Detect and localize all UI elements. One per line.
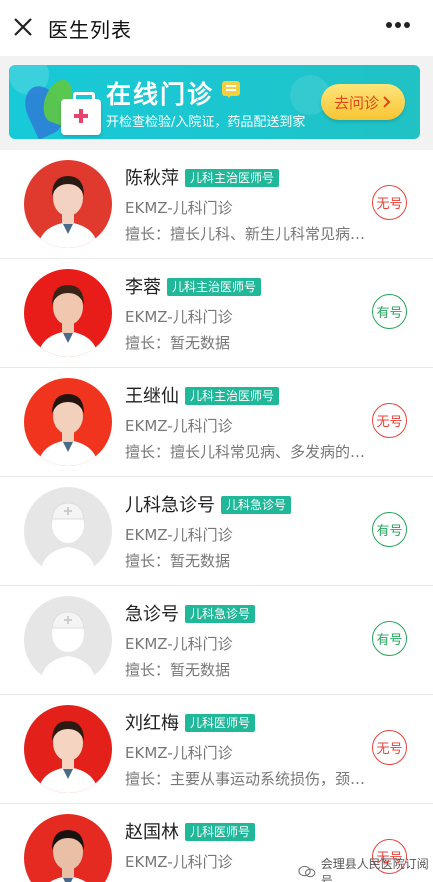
banner-title: 在线门诊 — [106, 80, 215, 109]
doctor-name: 刘红梅 — [125, 713, 179, 734]
chevron-right-icon — [383, 96, 391, 108]
medical-kit-icon — [61, 92, 101, 135]
department: EKMZ-儿科门诊 — [125, 635, 233, 653]
doctor-name: 儿科急诊号 — [125, 495, 215, 516]
doctor-title-tag: 儿科急诊号 — [221, 496, 292, 514]
doctor-title-tag: 儿科主治医师号 — [185, 387, 280, 405]
doctor-title-tag: 儿科主治医师号 — [167, 278, 262, 296]
specialty: 擅长：擅长儿科、新生儿科常见病多发病 — [125, 225, 375, 243]
doctor-title-tag: 儿科急诊号 — [185, 605, 256, 623]
more-icon[interactable] — [385, 20, 411, 30]
close-icon[interactable] — [12, 16, 34, 38]
specialty: 擅长：暂无数据 — [125, 552, 231, 570]
department: EKMZ-儿科门诊 — [125, 744, 233, 762]
department: EKMZ-儿科门诊 — [125, 308, 233, 326]
default-avatar-icon — [24, 487, 112, 575]
watermark: 会理县人民医院订阅号 — [298, 855, 433, 882]
doctor-photo — [24, 160, 112, 248]
consult-button[interactable]: 去问诊 — [321, 84, 405, 120]
chat-bubble-icon — [222, 81, 240, 98]
doctor-name: 急诊号 — [125, 604, 179, 625]
specialty: 擅长：暂无数据 — [125, 661, 231, 679]
department: EKMZ-儿科门诊 — [125, 853, 233, 871]
doctor-photo — [24, 814, 112, 882]
doctor-photo — [24, 705, 112, 793]
slot-status-badge[interactable]: 有号 — [372, 294, 407, 329]
doctor-list: 陈秋萍 儿科主治医师号 EKMZ-儿科门诊 擅长：擅长儿科、新生儿科常见病多发病… — [0, 150, 433, 882]
specialty: 擅长：暂无数据 — [125, 334, 231, 352]
online-clinic-banner[interactable]: 在线门诊 开检查检验/入院证，药品配送到家 去问诊 — [9, 65, 420, 139]
department: EKMZ-儿科门诊 — [125, 526, 233, 544]
doctor-name: 陈秋萍 — [125, 168, 179, 189]
slot-status-badge[interactable]: 无号 — [372, 730, 407, 765]
slot-status-badge[interactable]: 无号 — [372, 403, 407, 438]
slot-status-badge[interactable]: 有号 — [372, 621, 407, 656]
doctor-photo — [24, 378, 112, 466]
doctor-photo — [24, 269, 112, 357]
doctor-row[interactable]: 陈秋萍 儿科主治医师号 EKMZ-儿科门诊 擅长：擅长儿科、新生儿科常见病多发病… — [0, 150, 433, 259]
specialty: 擅长：主要从事运动系统损伤，颈肩腰腿痛 — [125, 770, 375, 788]
consult-button-label: 去问诊 — [333, 93, 379, 112]
slot-status-badge[interactable]: 无号 — [372, 185, 407, 220]
doctor-name: 王继仙 — [125, 386, 179, 407]
wechat-icon — [298, 865, 316, 878]
doctor-title-tag: 儿科医师号 — [185, 714, 256, 732]
specialty: 擅长：擅长儿科常见病、多发病的诊治 — [125, 443, 375, 461]
default-avatar-icon — [24, 596, 112, 684]
doctor-row[interactable]: 李蓉 儿科主治医师号 EKMZ-儿科门诊 擅长：暂无数据 有号 — [0, 259, 433, 368]
department: EKMZ-儿科门诊 — [125, 417, 233, 435]
doctor-name: 赵国林 — [125, 822, 179, 843]
doctor-row[interactable]: 王继仙 儿科主治医师号 EKMZ-儿科门诊 擅长：擅长儿科常见病、多发病的诊治 … — [0, 368, 433, 477]
top-bar: 医生列表 — [0, 0, 433, 56]
doctor-row[interactable]: 儿科急诊号 儿科急诊号 EKMZ-儿科门诊 擅长：暂无数据 有号 — [0, 477, 433, 586]
doctor-title-tag: 儿科主治医师号 — [185, 169, 280, 187]
department: EKMZ-儿科门诊 — [125, 199, 233, 217]
slot-status-badge[interactable]: 有号 — [372, 512, 407, 547]
doctor-name: 李蓉 — [125, 277, 161, 298]
doctor-row[interactable]: 刘红梅 儿科医师号 EKMZ-儿科门诊 擅长：主要从事运动系统损伤，颈肩腰腿痛 … — [0, 695, 433, 804]
watermark-text: 会理县人民医院订阅号 — [320, 857, 429, 882]
banner-subtitle: 开检查检验/入院证，药品配送到家 — [106, 115, 306, 130]
doctor-title-tag: 儿科医师号 — [185, 823, 256, 841]
page-title: 医生列表 — [48, 18, 132, 42]
doctor-row[interactable]: 急诊号 儿科急诊号 EKMZ-儿科门诊 擅长：暂无数据 有号 — [0, 586, 433, 695]
